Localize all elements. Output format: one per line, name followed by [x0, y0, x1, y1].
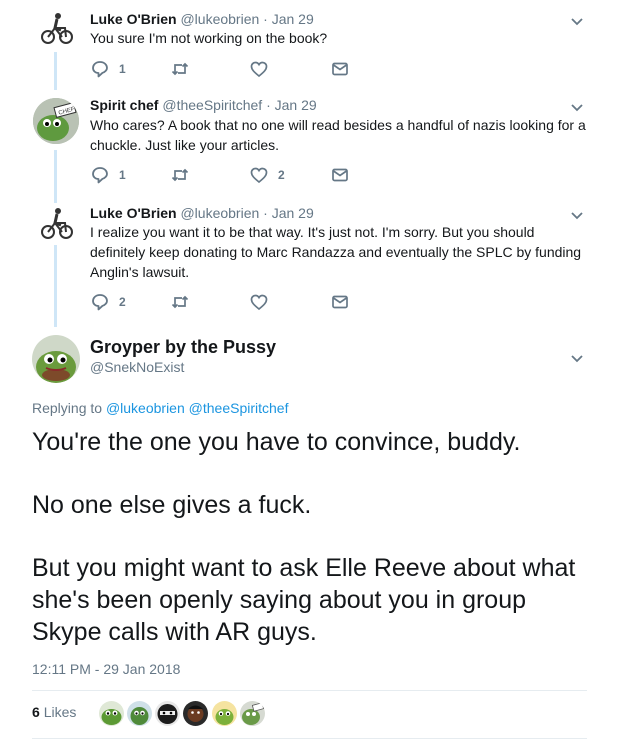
reply-icon — [92, 167, 108, 184]
likes-summary[interactable]: 6 Likes — [32, 704, 76, 720]
retweet-icon — [171, 62, 189, 76]
direct-message-button[interactable] — [330, 165, 350, 185]
tweet-text: Who cares? A book that no one will read … — [90, 117, 586, 153]
reply-button[interactable]: 1 — [90, 165, 126, 185]
like-count: 2 — [278, 168, 285, 182]
reply-icon — [92, 61, 108, 78]
author-handle[interactable]: @lukeobrien — [180, 11, 259, 27]
cyclist-icon[interactable] — [39, 205, 75, 241]
tweet-header: Luke O'Brien @lukeobrien · Jan 29 — [90, 10, 314, 28]
frog-avatar-icon[interactable] — [99, 701, 124, 726]
likes-count: 6 — [32, 704, 40, 720]
like-button[interactable]: 2 — [249, 165, 285, 185]
like-button[interactable] — [249, 59, 278, 79]
tweet-paragraph: But you might want to ask Elle Reeve abo… — [32, 554, 576, 646]
main-author-name[interactable]: Groyper by the Pussy — [90, 337, 276, 358]
chevron-down-icon[interactable] — [570, 100, 584, 112]
frog-avatar-icon[interactable] — [127, 701, 152, 726]
retweet-button[interactable] — [170, 165, 199, 185]
direct-message-button[interactable] — [330, 292, 350, 312]
tweet-header: Spirit chef @theeSpiritchef · Jan 29 — [90, 96, 317, 114]
tweet-paragraph: No one else gives a fuck. — [32, 491, 312, 519]
main-author-handle[interactable]: @SnekNoExist — [90, 359, 184, 375]
frog-avatar-icon[interactable] — [240, 701, 265, 726]
masked-avatar-icon[interactable] — [155, 701, 180, 726]
envelope-icon — [332, 62, 348, 76]
chevron-down-icon[interactable] — [570, 208, 584, 220]
mention-link[interactable]: @theeSpiritchef — [189, 400, 289, 416]
author-name[interactable]: Luke O'Brien — [90, 205, 177, 221]
tweet-paragraph: You're the one you have to convince, bud… — [32, 428, 521, 456]
tweet-header: Luke O'Brien @lukeobrien · Jan 29 — [90, 204, 314, 222]
frog-avatar-icon[interactable]: CHEF — [33, 98, 79, 144]
chevron-down-icon[interactable] — [570, 14, 584, 26]
divider — [32, 690, 587, 691]
likes-label: Likes — [43, 704, 77, 720]
reply-count: 2 — [119, 295, 126, 309]
author-name[interactable]: Spirit chef — [90, 97, 158, 113]
cyclist-icon[interactable] — [39, 10, 75, 46]
tweet-text: I realize you want it to be that way. It… — [90, 224, 582, 280]
heart-icon — [250, 294, 268, 311]
direct-message-button[interactable] — [330, 59, 350, 79]
reply-count: 1 — [119, 168, 126, 182]
reply-tweet: CHEF Spirit chef @theeSpiritchef · Jan 2… — [0, 90, 618, 203]
reply-icon — [92, 294, 108, 311]
dark-face-avatar-icon[interactable] — [183, 701, 208, 726]
envelope-icon — [332, 295, 348, 309]
retweet-button[interactable] — [170, 59, 199, 79]
retweet-icon — [171, 168, 189, 182]
heart-icon — [250, 167, 268, 184]
author-name[interactable]: Luke O'Brien — [90, 11, 177, 27]
chevron-down-icon[interactable] — [570, 351, 584, 363]
tweet-timestamp[interactable]: 12:11 PM - 29 Jan 2018 — [32, 661, 180, 677]
replying-to: Replying to @lukeobrien @theeSpiritchef — [32, 400, 288, 416]
tweet-date[interactable]: · Jan 29 — [266, 97, 317, 113]
replying-label: Replying to — [32, 400, 103, 416]
frog-avatar-icon[interactable] — [212, 701, 237, 726]
retweet-icon — [171, 295, 189, 309]
frog-avatar-icon[interactable] — [32, 335, 80, 383]
author-handle[interactable]: @theeSpiritchef — [162, 97, 262, 113]
tweet-date[interactable]: · Jan 29 — [263, 205, 314, 221]
tweet-text: You sure I'm not working on the book? — [90, 30, 328, 46]
reply-button[interactable]: 1 — [90, 59, 126, 79]
envelope-icon — [332, 168, 348, 182]
tweet-date[interactable]: · Jan 29 — [263, 11, 314, 27]
like-button[interactable] — [249, 292, 278, 312]
reply-tweet: Luke O'Brien @lukeobrien · Jan 29 I real… — [0, 200, 618, 325]
divider — [32, 738, 587, 739]
retweet-button[interactable] — [170, 292, 199, 312]
heart-icon — [250, 61, 268, 78]
reply-count: 1 — [119, 62, 126, 76]
mention-link[interactable]: @lukeobrien — [106, 400, 185, 416]
reply-button[interactable]: 2 — [90, 292, 126, 312]
reply-tweet: Luke O'Brien @lukeobrien · Jan 29 You su… — [0, 0, 618, 90]
author-handle[interactable]: @lukeobrien — [180, 205, 259, 221]
